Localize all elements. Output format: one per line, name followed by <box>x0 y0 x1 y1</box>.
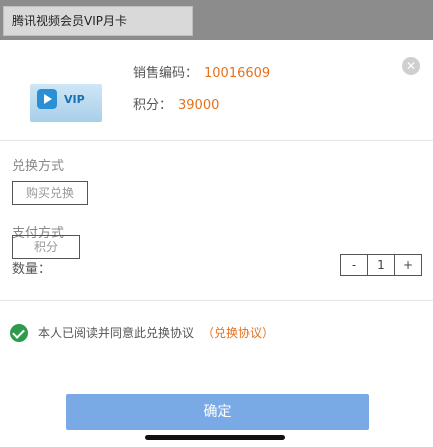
sales-code-row: 销售编码： 10016609 <box>133 62 270 81</box>
agreement-text: 本人已阅读并同意此兑换协议 （兑换协议） <box>38 324 274 341</box>
agreement-link[interactable]: （兑换协议） <box>202 326 274 340</box>
check-icon[interactable] <box>10 324 28 342</box>
quantity-label: 数量： <box>12 262 52 277</box>
redeem-option-purchase[interactable]: 购买兑换 <box>12 181 88 205</box>
points-label: 积分： <box>133 98 173 113</box>
divider <box>0 300 433 301</box>
agreement-statement: 本人已阅读并同意此兑换协议 <box>38 326 195 340</box>
quantity-minus-button[interactable]: - <box>341 255 367 275</box>
confirm-button[interactable]: 确定 <box>66 394 369 430</box>
sales-code-label: 销售编码： <box>133 66 199 81</box>
quantity-stepper: - 1 + <box>340 254 422 276</box>
product-thumbnail: VIP <box>30 84 102 122</box>
points-row: 积分： 39000 <box>133 94 219 113</box>
page-title: 腾讯视频会员VIP月卡 <box>3 6 193 36</box>
play-icon <box>37 89 57 109</box>
top-bar: 腾讯视频会员VIP月卡 <box>0 0 433 40</box>
home-indicator <box>145 435 285 440</box>
quantity-plus-button[interactable]: + <box>395 255 421 275</box>
pay-option-points[interactable]: 积分 <box>12 235 80 259</box>
redeem-method-label: 兑换方式 <box>12 159 65 174</box>
close-icon[interactable]: ✕ <box>402 57 420 75</box>
quantity-value[interactable]: 1 <box>367 255 395 275</box>
points-value: 39000 <box>178 98 220 113</box>
divider <box>0 140 433 141</box>
sales-code-value: 10016609 <box>204 66 271 81</box>
thumbnail-brand: VIP <box>64 93 85 106</box>
